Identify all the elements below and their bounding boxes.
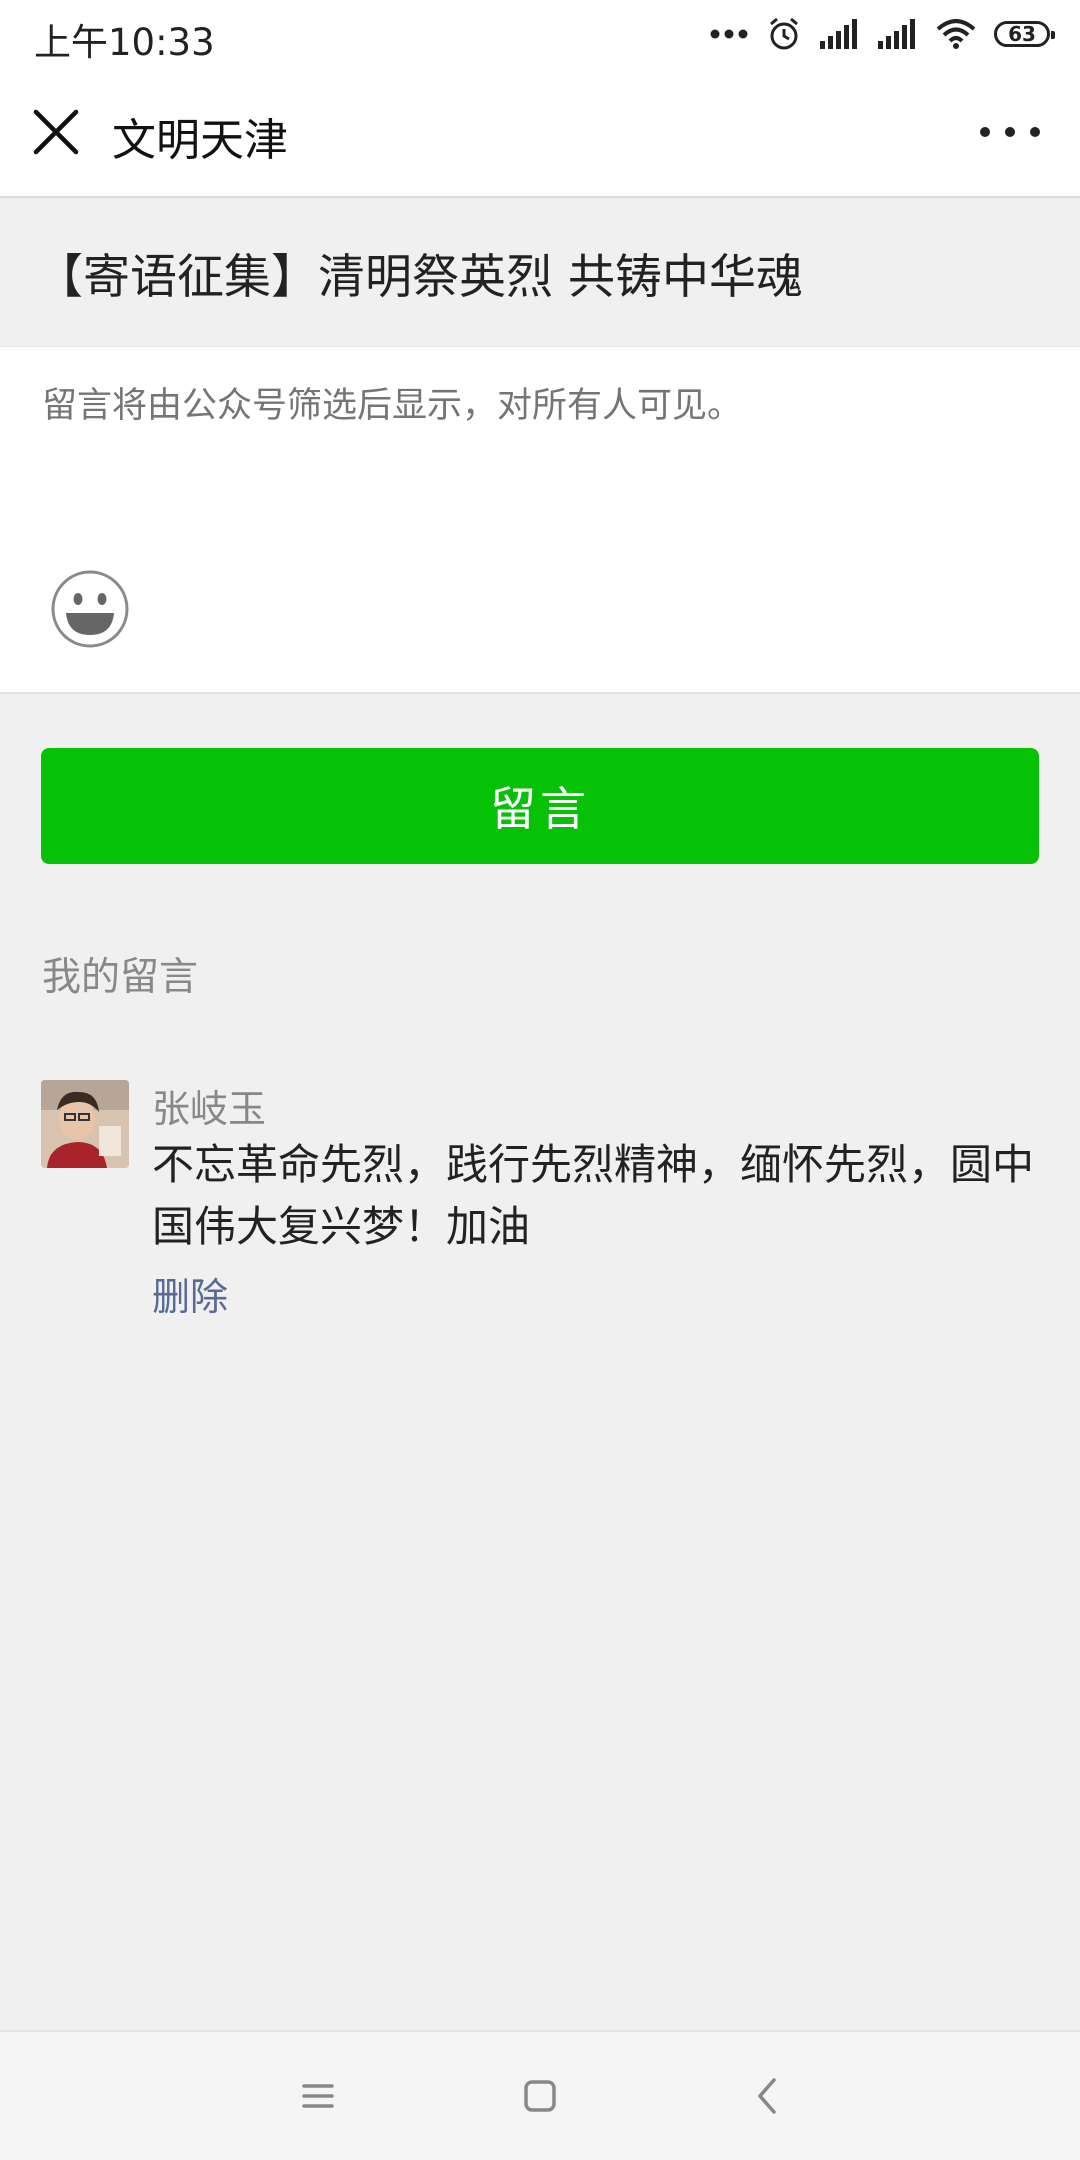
emoji-icon[interactable] [50,569,130,649]
more-dot [1005,127,1015,137]
comment-text: 不忘革命先烈，践行先烈精神，缅怀先烈，圆中国伟大复兴梦！加油 [152,1140,1035,1251]
more-dots-icon [710,29,748,39]
comment-author: 张岐玉 [152,1087,267,1131]
delete-comment-link[interactable]: 删除 [152,1266,228,1321]
my-comments-label: 我的留言 [42,955,199,1000]
comment-box [0,346,1080,694]
close-icon[interactable] [30,106,82,158]
signal-icon [820,19,857,49]
nav-bar: 文明天津 [0,66,1080,198]
more-icon[interactable] [980,120,1040,144]
submit-comment-button[interactable]: 留言 [41,748,1039,864]
nav-title: 文明天津 [112,115,288,166]
more-dot [980,127,990,137]
signal-icon [878,19,915,49]
alarm-icon [770,17,798,50]
wifi-icon [936,19,976,49]
menu-icon[interactable] [296,2074,340,2118]
status-time: 上午10:33 [34,21,215,64]
system-nav-bar [0,2030,1080,2160]
more-dot [1030,127,1040,137]
avatar [41,1080,129,1168]
battery-icon: 63 [994,21,1055,47]
status-icons: 63 [710,14,1055,54]
home-icon[interactable] [518,2074,562,2118]
article-title: 【寄语征集】清明祭英烈 共铸中华魂 [0,198,1080,346]
status-bar: 上午10:33 63 [0,0,1080,66]
avatar-image [41,1080,129,1168]
back-icon[interactable] [746,2074,790,2118]
comment-input[interactable] [42,377,1042,457]
